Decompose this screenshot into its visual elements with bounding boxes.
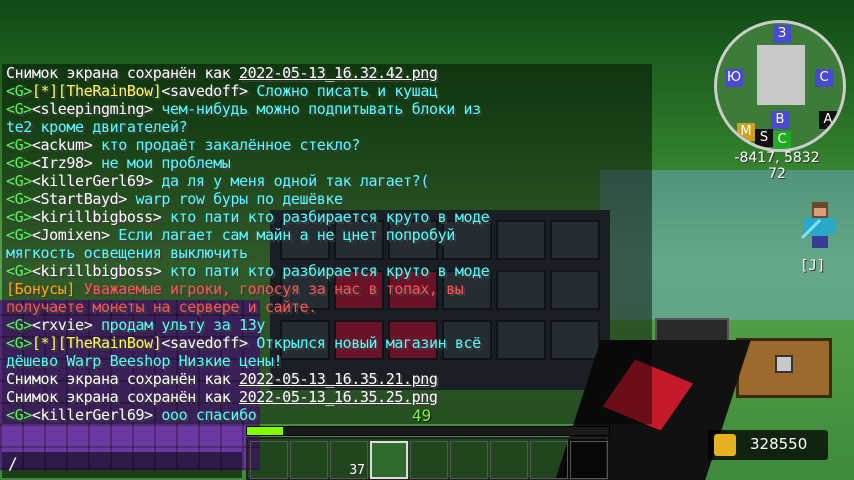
chat-line: <G><killerGerl69> ооо спасибо	[6, 406, 257, 424]
minimap-marker: М	[737, 123, 755, 141]
minimap-marker: S	[755, 129, 773, 147]
minimap-compass-letter: В	[771, 111, 789, 129]
money-value: 328550	[750, 435, 808, 453]
chat-line: <G>[*][TheRainBow]<savedoff> Сложно писа…	[6, 82, 438, 100]
chat-line: <G><rxvie> продам ульту за 13у	[6, 316, 265, 334]
chat-line: [Бонусы] Уважаемые игроки, голосуя за на…	[6, 280, 464, 298]
hotbar-slot[interactable]	[250, 441, 288, 479]
chat-line: <G>[*][TheRainBow]<savedoff> Открылся но…	[6, 334, 481, 352]
minimap-marker: A	[819, 111, 837, 129]
hotbar-slot[interactable]	[530, 441, 568, 479]
chat-line: Снимок экрана сохранён как 2022-05-13_16…	[6, 64, 438, 82]
screenshot-link[interactable]: 2022-05-13_16.32.42.png	[239, 64, 438, 82]
chat-panel: Снимок экрана сохранён как 2022-05-13_16…	[2, 64, 652, 424]
chat-line: дёшево Warp Beeshop Низкие цены!	[6, 352, 283, 370]
chat-line: <G><ackum> кто продаёт закалённое стекло…	[6, 136, 360, 154]
chat-line: <G><kirillbigboss> кто пати кто разбирае…	[6, 208, 490, 226]
player-avatar-icon	[800, 202, 836, 248]
hotbar-slot[interactable]	[290, 441, 328, 479]
minimap-marker: C	[773, 131, 791, 149]
chat-line: te2 кроме двигателей?	[6, 118, 188, 136]
chat-line: <G><Jomixen> Если лагает сам майн а не ц…	[6, 226, 455, 244]
chat-line: получаете монеты на сервере и сайте.	[6, 298, 317, 316]
hotbar-slot[interactable]: 37	[330, 441, 368, 479]
chat-line: <G><sleepingming> чем-нибудь можно подпи…	[6, 100, 481, 118]
screenshot-link[interactable]: 2022-05-13_16.35.25.png	[239, 388, 438, 406]
hotbar-slot-selected[interactable]	[370, 441, 408, 479]
chat-input[interactable]: /	[2, 452, 242, 478]
screenshot-link[interactable]: 2022-05-13_16.35.21.png	[239, 370, 438, 388]
player-coordinates: -8417, 5832 72	[734, 150, 820, 182]
xp-level: 49	[412, 406, 432, 425]
minimap: З Ю С В М S C A	[714, 20, 846, 152]
hotbar-slot[interactable]	[450, 441, 488, 479]
minimap-compass-letter: Ю	[725, 69, 743, 87]
minimap-compass-letter: З	[773, 25, 791, 43]
chest-block	[736, 338, 832, 398]
chat-line: Снимок экрана сохранён как 2022-05-13_16…	[6, 370, 438, 388]
hotbar-slot[interactable]	[570, 441, 608, 479]
hotbar[interactable]: 37	[246, 437, 608, 480]
hotbar-slot[interactable]	[490, 441, 528, 479]
chat-line: <G><Irz98> не мои проблемы	[6, 154, 231, 172]
money-display: 328550	[708, 430, 828, 460]
xp-bar	[246, 426, 610, 436]
minimap-building	[757, 45, 805, 105]
hotbar-slot[interactable]	[410, 441, 448, 479]
coin-icon	[714, 434, 736, 456]
chat-line: <G><StartBayd> warp row буры по дешёвке	[6, 190, 343, 208]
chat-line: <G><kirillbigboss> кто пати кто разбирае…	[6, 262, 490, 280]
chat-line: мягкость освещения выключить	[6, 244, 248, 262]
minimap-compass-letter: С	[815, 69, 833, 87]
chat-line: <G><killerGerl69> да ля у меня одной так…	[6, 172, 429, 190]
chat-line: Снимок экрана сохранён как 2022-05-13_16…	[6, 388, 438, 406]
player-key-hint: [J]	[800, 258, 826, 274]
xp-bar-fill	[247, 427, 284, 435]
